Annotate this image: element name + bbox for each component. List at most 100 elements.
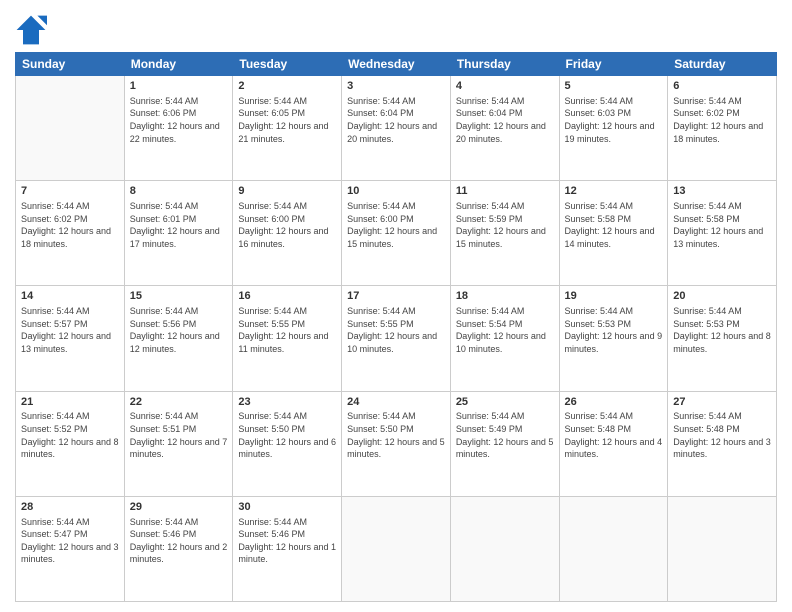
calendar-cell: 26Sunrise: 5:44 AMSunset: 5:48 PMDayligh… (559, 391, 668, 496)
day-info: Sunrise: 5:44 AMSunset: 6:06 PMDaylight:… (130, 95, 228, 145)
day-number: 20 (673, 289, 771, 304)
calendar-cell: 21Sunrise: 5:44 AMSunset: 5:52 PMDayligh… (16, 391, 125, 496)
calendar-cell: 3Sunrise: 5:44 AMSunset: 6:04 PMDaylight… (342, 76, 451, 181)
day-number: 27 (673, 395, 771, 410)
day-number: 17 (347, 289, 445, 304)
calendar-cell: 10Sunrise: 5:44 AMSunset: 6:00 PMDayligh… (342, 181, 451, 286)
day-number: 4 (456, 79, 554, 94)
day-info: Sunrise: 5:44 AMSunset: 6:01 PMDaylight:… (130, 200, 228, 250)
day-info: Sunrise: 5:44 AMSunset: 5:48 PMDaylight:… (673, 410, 771, 460)
day-info: Sunrise: 5:44 AMSunset: 6:00 PMDaylight:… (238, 200, 336, 250)
day-number: 9 (238, 184, 336, 199)
day-info: Sunrise: 5:44 AMSunset: 5:59 PMDaylight:… (456, 200, 554, 250)
day-info: Sunrise: 5:44 AMSunset: 5:46 PMDaylight:… (238, 516, 336, 566)
calendar-cell: 22Sunrise: 5:44 AMSunset: 5:51 PMDayligh… (124, 391, 233, 496)
calendar-weekday: Sunday (16, 53, 125, 76)
calendar-cell: 5Sunrise: 5:44 AMSunset: 6:03 PMDaylight… (559, 76, 668, 181)
calendar-weekday: Thursday (450, 53, 559, 76)
calendar-weekday: Wednesday (342, 53, 451, 76)
day-number: 2 (238, 79, 336, 94)
calendar-cell (16, 76, 125, 181)
calendar-cell (668, 496, 777, 601)
day-info: Sunrise: 5:44 AMSunset: 5:49 PMDaylight:… (456, 410, 554, 460)
page: SundayMondayTuesdayWednesdayThursdayFrid… (0, 0, 792, 612)
calendar-week-row: 21Sunrise: 5:44 AMSunset: 5:52 PMDayligh… (16, 391, 777, 496)
day-number: 14 (21, 289, 119, 304)
calendar-week-row: 7Sunrise: 5:44 AMSunset: 6:02 PMDaylight… (16, 181, 777, 286)
day-number: 3 (347, 79, 445, 94)
day-info: Sunrise: 5:44 AMSunset: 5:56 PMDaylight:… (130, 305, 228, 355)
header (15, 10, 777, 46)
calendar-cell: 12Sunrise: 5:44 AMSunset: 5:58 PMDayligh… (559, 181, 668, 286)
calendar-cell: 27Sunrise: 5:44 AMSunset: 5:48 PMDayligh… (668, 391, 777, 496)
day-info: Sunrise: 5:44 AMSunset: 6:04 PMDaylight:… (456, 95, 554, 145)
day-info: Sunrise: 5:44 AMSunset: 5:58 PMDaylight:… (673, 200, 771, 250)
calendar-cell: 29Sunrise: 5:44 AMSunset: 5:46 PMDayligh… (124, 496, 233, 601)
calendar-cell: 19Sunrise: 5:44 AMSunset: 5:53 PMDayligh… (559, 286, 668, 391)
day-number: 26 (565, 395, 663, 410)
day-info: Sunrise: 5:44 AMSunset: 5:48 PMDaylight:… (565, 410, 663, 460)
day-info: Sunrise: 5:44 AMSunset: 5:47 PMDaylight:… (21, 516, 119, 566)
calendar-cell: 18Sunrise: 5:44 AMSunset: 5:54 PMDayligh… (450, 286, 559, 391)
day-number: 23 (238, 395, 336, 410)
day-info: Sunrise: 5:44 AMSunset: 6:02 PMDaylight:… (673, 95, 771, 145)
calendar-cell: 23Sunrise: 5:44 AMSunset: 5:50 PMDayligh… (233, 391, 342, 496)
calendar-cell: 28Sunrise: 5:44 AMSunset: 5:47 PMDayligh… (16, 496, 125, 601)
calendar-cell (559, 496, 668, 601)
calendar-cell: 16Sunrise: 5:44 AMSunset: 5:55 PMDayligh… (233, 286, 342, 391)
calendar-cell: 6Sunrise: 5:44 AMSunset: 6:02 PMDaylight… (668, 76, 777, 181)
calendar-cell: 8Sunrise: 5:44 AMSunset: 6:01 PMDaylight… (124, 181, 233, 286)
calendar-week-row: 28Sunrise: 5:44 AMSunset: 5:47 PMDayligh… (16, 496, 777, 601)
day-info: Sunrise: 5:44 AMSunset: 5:55 PMDaylight:… (238, 305, 336, 355)
day-number: 18 (456, 289, 554, 304)
calendar-cell: 2Sunrise: 5:44 AMSunset: 6:05 PMDaylight… (233, 76, 342, 181)
calendar-cell (450, 496, 559, 601)
day-info: Sunrise: 5:44 AMSunset: 6:02 PMDaylight:… (21, 200, 119, 250)
day-number: 30 (238, 500, 336, 515)
day-number: 22 (130, 395, 228, 410)
day-info: Sunrise: 5:44 AMSunset: 5:57 PMDaylight:… (21, 305, 119, 355)
day-info: Sunrise: 5:44 AMSunset: 5:55 PMDaylight:… (347, 305, 445, 355)
day-info: Sunrise: 5:44 AMSunset: 5:46 PMDaylight:… (130, 516, 228, 566)
calendar-cell: 20Sunrise: 5:44 AMSunset: 5:53 PMDayligh… (668, 286, 777, 391)
calendar-cell (342, 496, 451, 601)
day-number: 11 (456, 184, 554, 199)
day-info: Sunrise: 5:44 AMSunset: 6:05 PMDaylight:… (238, 95, 336, 145)
calendar-cell: 24Sunrise: 5:44 AMSunset: 5:50 PMDayligh… (342, 391, 451, 496)
day-info: Sunrise: 5:44 AMSunset: 5:51 PMDaylight:… (130, 410, 228, 460)
day-number: 12 (565, 184, 663, 199)
day-info: Sunrise: 5:44 AMSunset: 5:53 PMDaylight:… (673, 305, 771, 355)
calendar-weekday: Saturday (668, 53, 777, 76)
day-number: 1 (130, 79, 228, 94)
day-info: Sunrise: 5:44 AMSunset: 5:54 PMDaylight:… (456, 305, 554, 355)
calendar-header-row: SundayMondayTuesdayWednesdayThursdayFrid… (16, 53, 777, 76)
day-number: 5 (565, 79, 663, 94)
calendar-cell: 1Sunrise: 5:44 AMSunset: 6:06 PMDaylight… (124, 76, 233, 181)
calendar-weekday: Friday (559, 53, 668, 76)
day-number: 24 (347, 395, 445, 410)
day-info: Sunrise: 5:44 AMSunset: 6:03 PMDaylight:… (565, 95, 663, 145)
day-number: 15 (130, 289, 228, 304)
calendar-cell: 7Sunrise: 5:44 AMSunset: 6:02 PMDaylight… (16, 181, 125, 286)
day-info: Sunrise: 5:44 AMSunset: 5:50 PMDaylight:… (347, 410, 445, 460)
calendar-cell: 9Sunrise: 5:44 AMSunset: 6:00 PMDaylight… (233, 181, 342, 286)
calendar-cell: 11Sunrise: 5:44 AMSunset: 5:59 PMDayligh… (450, 181, 559, 286)
day-info: Sunrise: 5:44 AMSunset: 5:52 PMDaylight:… (21, 410, 119, 460)
day-number: 13 (673, 184, 771, 199)
day-number: 29 (130, 500, 228, 515)
calendar-week-row: 1Sunrise: 5:44 AMSunset: 6:06 PMDaylight… (16, 76, 777, 181)
day-info: Sunrise: 5:44 AMSunset: 5:58 PMDaylight:… (565, 200, 663, 250)
day-number: 10 (347, 184, 445, 199)
calendar-cell: 14Sunrise: 5:44 AMSunset: 5:57 PMDayligh… (16, 286, 125, 391)
logo-icon (15, 14, 47, 46)
day-number: 8 (130, 184, 228, 199)
day-number: 21 (21, 395, 119, 410)
day-info: Sunrise: 5:44 AMSunset: 5:53 PMDaylight:… (565, 305, 663, 355)
day-number: 19 (565, 289, 663, 304)
calendar-week-row: 14Sunrise: 5:44 AMSunset: 5:57 PMDayligh… (16, 286, 777, 391)
day-number: 7 (21, 184, 119, 199)
day-number: 16 (238, 289, 336, 304)
calendar-cell: 30Sunrise: 5:44 AMSunset: 5:46 PMDayligh… (233, 496, 342, 601)
day-info: Sunrise: 5:44 AMSunset: 6:00 PMDaylight:… (347, 200, 445, 250)
day-number: 25 (456, 395, 554, 410)
